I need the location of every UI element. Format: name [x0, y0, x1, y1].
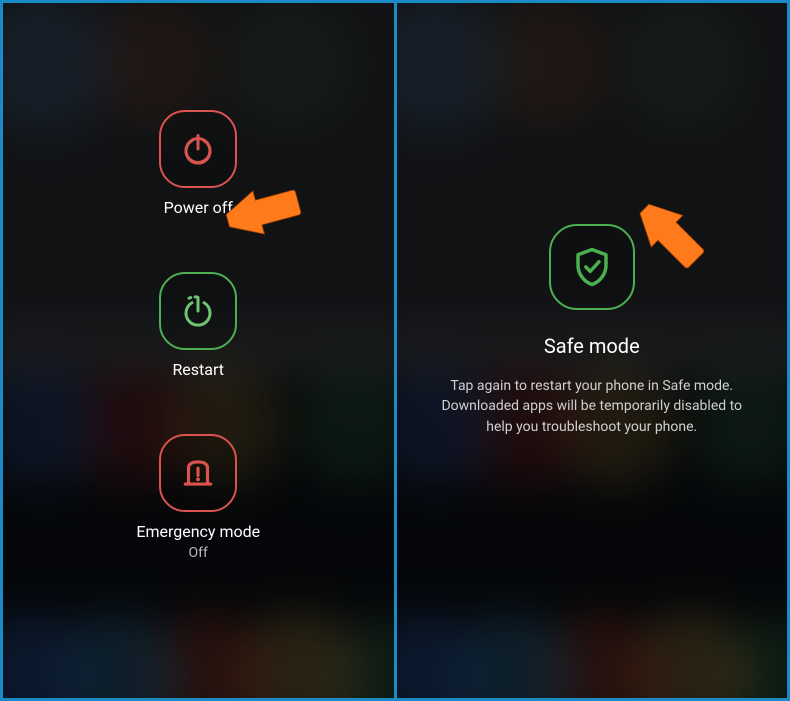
shield-check-icon [549, 224, 635, 310]
power-menu-screen: Power off Restart [3, 3, 394, 698]
restart-icon [159, 272, 237, 350]
power-off-button[interactable]: Power off [159, 110, 237, 217]
safe-mode-title: Safe mode [544, 334, 640, 358]
safe-mode-button[interactable]: Safe mode Tap again to restart your phon… [432, 224, 752, 437]
power-icon [159, 110, 237, 188]
safe-mode-screen: Safe mode Tap again to restart your phon… [397, 3, 788, 698]
emergency-status: Off [189, 545, 208, 561]
restart-label: Restart [172, 360, 224, 379]
tutorial-comparison: Power off Restart [0, 0, 790, 701]
emergency-mode-button[interactable]: Emergency mode Off [136, 434, 260, 561]
power-off-label: Power off [164, 198, 233, 217]
restart-button[interactable]: Restart [159, 272, 237, 379]
emergency-label: Emergency mode [136, 522, 260, 541]
emergency-icon [159, 434, 237, 512]
safe-mode-description: Tap again to restart your phone in Safe … [432, 376, 752, 437]
